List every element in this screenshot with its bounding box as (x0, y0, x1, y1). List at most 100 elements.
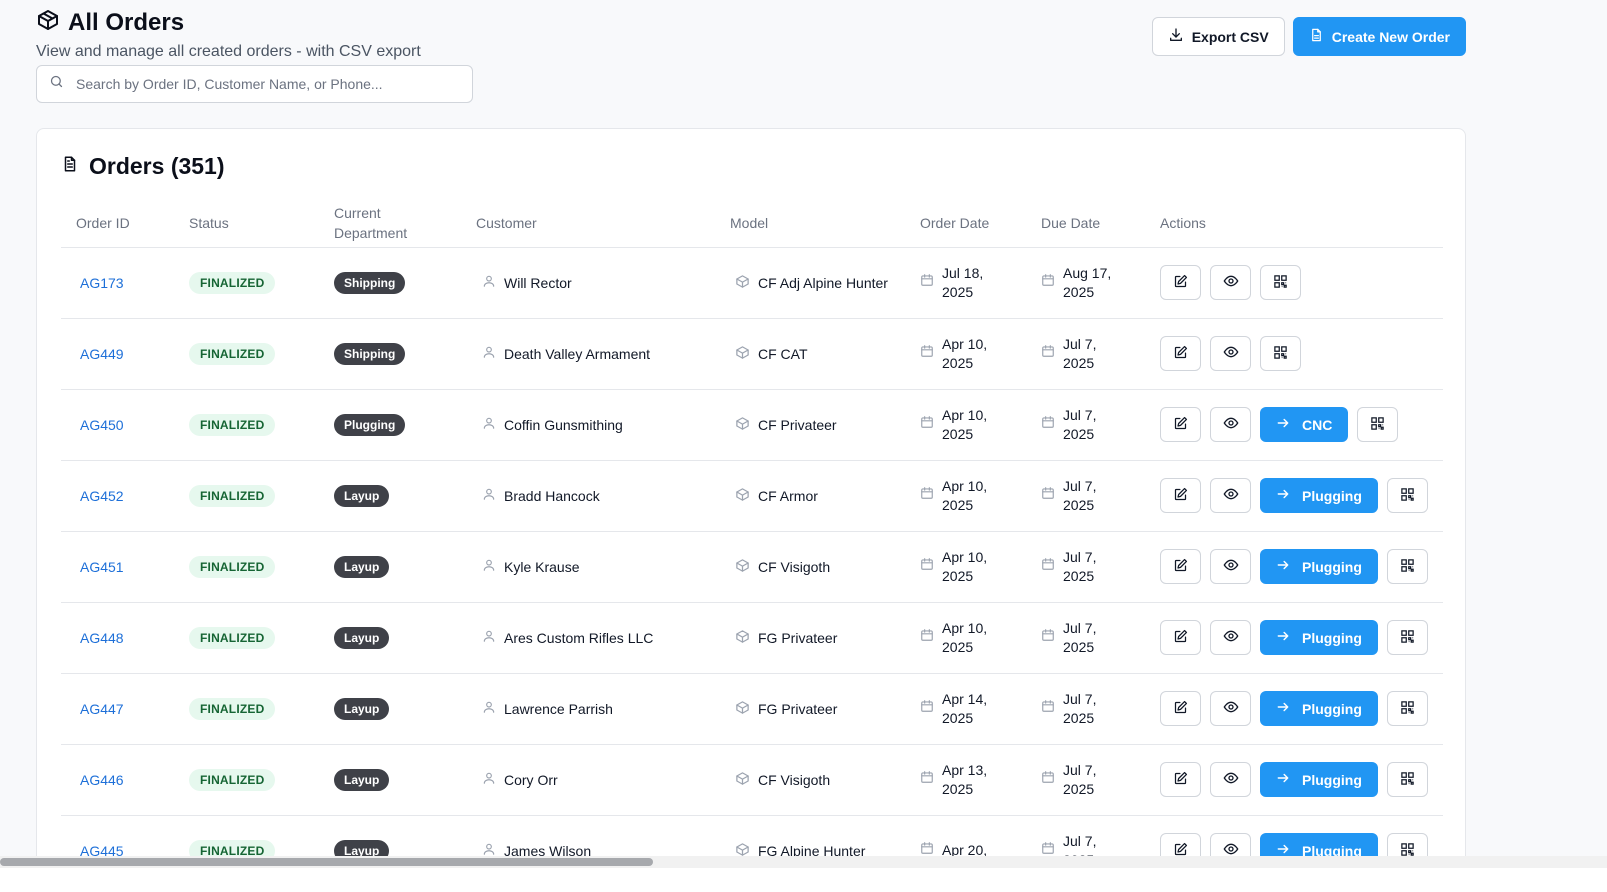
view-order-button[interactable] (1210, 691, 1251, 726)
department-badge: Layup (334, 626, 390, 649)
department-badge: Layup (334, 555, 390, 578)
edit-order-button[interactable] (1160, 549, 1201, 584)
customer-name: Bradd Hancock (504, 487, 600, 504)
arrow-right-icon (1276, 416, 1290, 433)
calendar-icon (920, 699, 934, 718)
model-name: FG Privateer (758, 629, 838, 646)
qr-code-button[interactable] (1386, 762, 1428, 797)
view-order-button[interactable] (1210, 265, 1251, 300)
department-cell: Shipping (319, 318, 461, 390)
table-row: AG446 FINALIZED Layup Cory Orr CF Visigo… (61, 744, 1443, 816)
qr-code-button[interactable] (1260, 336, 1301, 371)
next-department-label: Plugging (1302, 487, 1362, 504)
export-csv-button[interactable]: Export CSV (1151, 17, 1285, 56)
status-badge: FINALIZED (189, 768, 276, 791)
order-date: Apr 10, 2025 (942, 335, 988, 371)
edit-order-button[interactable] (1160, 407, 1201, 442)
search-input[interactable] (76, 76, 456, 92)
edit-icon (1173, 345, 1188, 363)
order-id-link[interactable]: AG450 (76, 417, 124, 433)
actions-cell: Plugging (1145, 602, 1443, 674)
edit-order-button[interactable] (1160, 336, 1201, 371)
view-order-button[interactable] (1210, 762, 1251, 797)
order-id-link[interactable]: AG173 (76, 275, 124, 291)
table-row: AG449 FINALIZED Shipping Death Valley Ar… (61, 318, 1443, 390)
move-to-department-button[interactable]: Plugging (1260, 549, 1378, 584)
next-department-label: Plugging (1302, 771, 1362, 788)
qr-code-icon (1400, 700, 1415, 718)
column-header-current-department[interactable]: Current Department (319, 199, 461, 248)
eye-icon (1223, 486, 1239, 505)
edit-order-button[interactable] (1160, 691, 1201, 726)
eye-icon (1223, 415, 1239, 434)
order-id-link[interactable]: AG446 (76, 772, 124, 788)
model-name: CF Visigoth (758, 558, 831, 575)
department-cell: Shipping (319, 247, 461, 319)
qr-code-button[interactable] (1260, 265, 1301, 300)
move-to-department-button[interactable]: Plugging (1260, 691, 1378, 726)
user-icon (482, 274, 496, 291)
calendar-icon (1041, 699, 1055, 718)
view-order-button[interactable] (1210, 478, 1251, 513)
table-header-row: Order ID Status Current Department Custo… (61, 199, 1443, 248)
column-header-due-date[interactable]: Due Date (1026, 199, 1145, 248)
view-order-button[interactable] (1210, 549, 1251, 584)
order-id-link[interactable]: AG448 (76, 630, 124, 646)
arrow-right-icon (1276, 771, 1290, 788)
calendar-icon (920, 770, 934, 789)
customer-cell: Coffin Gunsmithing (461, 389, 715, 461)
qr-code-button[interactable] (1386, 478, 1428, 513)
create-new-order-button[interactable]: Create New Order (1292, 17, 1466, 56)
order-id-link[interactable]: AG451 (76, 559, 124, 575)
actions-cell (1145, 318, 1443, 390)
horizontal-scrollbar-thumb[interactable] (0, 858, 653, 866)
status-badge: FINALIZED (189, 626, 276, 649)
model-cell: FG Privateer (715, 673, 905, 745)
order-id-link[interactable]: AG452 (76, 488, 124, 504)
move-to-department-button[interactable]: Plugging (1260, 620, 1378, 655)
customer-cell: Kyle Krause (461, 531, 715, 603)
next-department-label: CNC (1302, 416, 1333, 433)
edit-order-button[interactable] (1160, 762, 1201, 797)
eye-icon (1223, 699, 1239, 718)
eye-icon (1223, 557, 1239, 576)
column-header-model[interactable]: Model (715, 199, 905, 248)
download-icon (1168, 27, 1184, 46)
actions-cell: Plugging (1145, 531, 1443, 603)
edit-order-button[interactable] (1160, 478, 1201, 513)
user-icon (482, 771, 496, 788)
move-to-department-button[interactable]: Plugging (1260, 762, 1378, 797)
column-header-order-date[interactable]: Order Date (905, 199, 1026, 248)
qr-code-button[interactable] (1386, 691, 1428, 726)
status-cell: FINALIZED (174, 602, 319, 674)
edit-icon (1173, 700, 1188, 718)
package-icon (735, 629, 750, 647)
due-date: Jul 7, 2025 (1063, 548, 1097, 584)
view-order-button[interactable] (1210, 336, 1251, 371)
column-header-status[interactable]: Status (174, 199, 319, 248)
qr-code-button[interactable] (1386, 620, 1428, 655)
due-date-cell: Jul 7, 2025 (1026, 389, 1145, 461)
department-badge: Layup (334, 484, 390, 507)
column-header-customer[interactable]: Customer (461, 199, 715, 248)
qr-code-button[interactable] (1357, 407, 1399, 442)
order-id-link[interactable]: AG449 (76, 346, 124, 362)
qr-code-button[interactable] (1386, 549, 1428, 584)
edit-order-button[interactable] (1160, 265, 1201, 300)
view-order-button[interactable] (1210, 620, 1251, 655)
move-to-department-button[interactable]: CNC (1260, 407, 1349, 442)
edit-order-button[interactable] (1160, 620, 1201, 655)
view-order-button[interactable] (1210, 407, 1251, 442)
order-id-cell: AG446 (61, 744, 174, 816)
column-header-order-id[interactable]: Order ID (61, 199, 174, 248)
order-date-cell: Apr 10, 2025 (905, 531, 1026, 603)
order-id-link[interactable]: AG447 (76, 701, 124, 717)
calendar-icon (920, 628, 934, 647)
orders-card: Orders (351) Order ID Status Current Dep… (36, 128, 1466, 892)
move-to-department-button[interactable]: Plugging (1260, 478, 1378, 513)
due-date-cell: Jul 7, 2025 (1026, 744, 1145, 816)
qr-code-icon (1273, 345, 1288, 363)
model-name: CF CAT (758, 345, 808, 362)
calendar-icon (1041, 344, 1055, 363)
order-date-cell: Jul 18, 2025 (905, 247, 1026, 319)
